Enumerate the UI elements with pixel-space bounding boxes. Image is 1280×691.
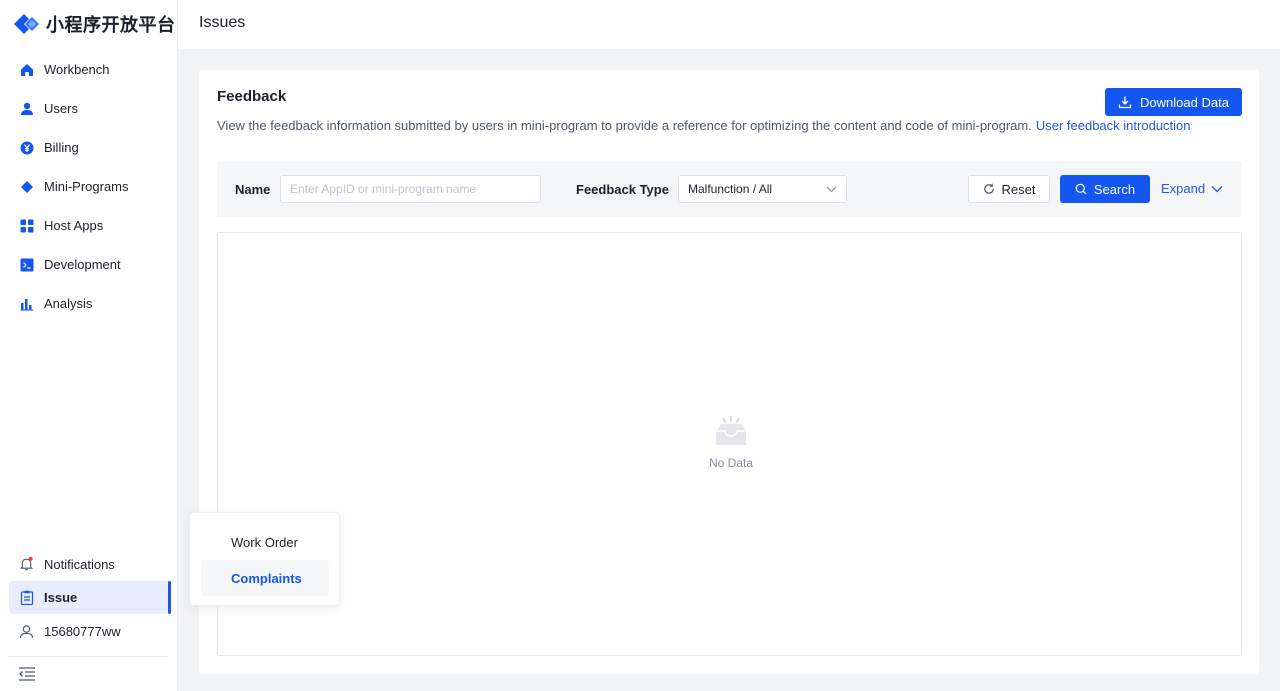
sidebar: 小程序开放平台 Workbench Users Billing Mini-Pro… (0, 0, 178, 691)
home-icon (19, 62, 34, 77)
sidebar-item-label: Mini-Programs (44, 179, 129, 194)
feedback-type-value: Malfunction / All (688, 182, 773, 196)
feedback-card: Feedback View the feedback information s… (199, 70, 1259, 674)
logo-icon (12, 11, 42, 37)
sidebar-item-mini-programs[interactable]: Mini-Programs (0, 167, 178, 206)
name-search-input[interactable] (280, 175, 541, 203)
collapse-menu-icon[interactable] (18, 666, 36, 682)
feedback-type-select[interactable]: Malfunction / All (678, 175, 847, 203)
card-title: Feedback (217, 88, 287, 105)
sidebar-item-analysis[interactable]: Analysis (0, 284, 178, 323)
chevron-down-icon (826, 182, 837, 196)
sidebar-item-label: Notifications (44, 556, 115, 572)
download-data-label: Download Data (1140, 94, 1229, 110)
brand-name: 小程序开放平台 (46, 15, 176, 36)
user-icon (19, 101, 34, 116)
empty-text: No Data (708, 456, 754, 470)
card-description: View the feedback information submitted … (217, 118, 1191, 133)
sidebar-item-label: Users (44, 101, 78, 116)
chevron-down-icon (1211, 185, 1223, 193)
sidebar-item-label: Development (44, 257, 121, 272)
issue-submenu-popover: Work Order Complaints (189, 512, 340, 606)
expand-filters-toggle[interactable]: Expand (1161, 181, 1223, 196)
bar-chart-icon (19, 296, 34, 311)
name-label: Name (235, 182, 271, 197)
sidebar-item-label: Billing (44, 140, 79, 155)
logo[interactable]: 小程序开放平台 (12, 10, 176, 38)
bell-icon (19, 556, 34, 572)
sidebar-item-issue[interactable]: Issue (9, 581, 171, 614)
sidebar-item-label: Issue (44, 590, 78, 605)
clipboard-icon (19, 590, 34, 605)
refresh-icon (983, 183, 995, 195)
sidebar-item-notifications[interactable]: Notifications (0, 547, 178, 581)
reset-button[interactable]: Reset (968, 175, 1050, 203)
sidebar-divider (8, 656, 168, 657)
sidebar-item-users[interactable]: Users (0, 89, 178, 128)
yen-icon (19, 140, 34, 155)
sidebar-item-label: Workbench (44, 62, 110, 77)
sidebar-item-host-apps[interactable]: Host Apps (0, 206, 178, 245)
search-button[interactable]: Search (1060, 175, 1150, 203)
sidebar-item-workbench[interactable]: Workbench (0, 50, 178, 89)
sidebar-bottom-nav: Notifications Issue 15680777ww (0, 547, 178, 648)
sidebar-nav: Workbench Users Billing Mini-Programs Ho… (0, 50, 178, 323)
expand-label: Expand (1161, 181, 1206, 196)
submenu-item-complaints[interactable]: Complaints (201, 560, 329, 596)
reset-label: Reset (1001, 181, 1036, 197)
grid-icon (19, 218, 34, 233)
sidebar-item-development[interactable]: Development (0, 245, 178, 284)
download-data-button[interactable]: Download Data (1105, 88, 1242, 116)
sidebar-item-label: 15680777ww (44, 623, 121, 639)
terminal-icon (19, 257, 34, 272)
feedback-intro-link[interactable]: User feedback introduction (1036, 118, 1191, 133)
sidebar-item-label: Host Apps (44, 218, 104, 233)
diamond-icon (19, 179, 34, 194)
feedback-type-label: Feedback Type (576, 182, 669, 197)
submenu-item-work-order[interactable]: Work Order (201, 524, 329, 560)
description-text: View the feedback information submitted … (217, 118, 1032, 133)
search-icon (1075, 183, 1087, 195)
empty-state: No Data (706, 415, 756, 470)
filter-bar: Name Feedback Type Malfunction / All Res… (217, 161, 1242, 217)
feedback-table: No Data (217, 232, 1242, 656)
account-icon (19, 624, 34, 639)
sidebar-item-billing[interactable]: Billing (0, 128, 178, 167)
top-header: Issues (178, 0, 1280, 49)
empty-inbox-icon (713, 416, 749, 450)
download-icon (1118, 95, 1132, 109)
sidebar-item-account[interactable]: 15680777ww (0, 614, 178, 648)
page-title: Issues (199, 14, 246, 31)
sidebar-item-label: Analysis (44, 296, 93, 311)
search-label: Search (1093, 181, 1136, 197)
